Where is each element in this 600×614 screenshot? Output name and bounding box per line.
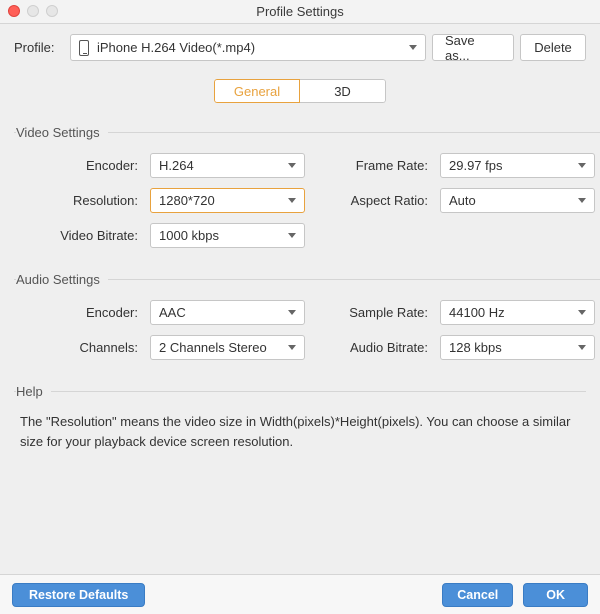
aspect-ratio-select[interactable]: Auto	[440, 188, 595, 213]
audio-bitrate-label: Audio Bitrate:	[320, 340, 430, 355]
chevron-down-icon	[409, 45, 417, 50]
audio-settings-group: Audio Settings Encoder: AAC Sample Rate:…	[14, 272, 600, 360]
footer: Restore Defaults Cancel OK	[0, 574, 600, 614]
save-as-button[interactable]: Save as...	[432, 34, 514, 61]
chevron-down-icon	[288, 233, 296, 238]
sample-rate-select[interactable]: 44100 Hz	[440, 300, 595, 325]
help-legend: Help	[16, 384, 51, 399]
video-settings-group: Video Settings Encoder: H.264 Frame Rate…	[14, 125, 600, 248]
chevron-down-icon	[578, 163, 586, 168]
chevron-down-icon	[288, 310, 296, 315]
video-encoder-select[interactable]: H.264	[150, 153, 305, 178]
video-bitrate-label: Video Bitrate:	[20, 228, 140, 243]
help-text: The "Resolution" means the video size in…	[14, 412, 586, 452]
resolution-label: Resolution:	[20, 193, 140, 208]
aspect-ratio-label: Aspect Ratio:	[320, 193, 430, 208]
delete-button[interactable]: Delete	[520, 34, 586, 61]
tab-general[interactable]: General	[214, 79, 300, 103]
profile-value: iPhone H.264 Video(*.mp4)	[97, 40, 255, 55]
chevron-down-icon	[288, 198, 296, 203]
video-bitrate-select[interactable]: 1000 kbps	[150, 223, 305, 248]
audio-encoder-select[interactable]: AAC	[150, 300, 305, 325]
maximize-icon[interactable]	[46, 5, 58, 17]
chevron-down-icon	[578, 310, 586, 315]
audio-encoder-label: Encoder:	[20, 305, 140, 320]
audio-legend: Audio Settings	[16, 272, 108, 287]
ok-button[interactable]: OK	[523, 583, 588, 607]
chevron-down-icon	[288, 345, 296, 350]
sample-rate-label: Sample Rate:	[320, 305, 430, 320]
video-encoder-label: Encoder:	[20, 158, 140, 173]
profile-label: Profile:	[14, 40, 64, 55]
profile-row: Profile: iPhone H.264 Video(*.mp4) Save …	[14, 34, 586, 61]
chevron-down-icon	[578, 345, 586, 350]
audio-bitrate-select[interactable]: 128 kbps	[440, 335, 595, 360]
close-icon[interactable]	[8, 5, 20, 17]
restore-defaults-button[interactable]: Restore Defaults	[12, 583, 145, 607]
titlebar: Profile Settings	[0, 0, 600, 24]
cancel-button[interactable]: Cancel	[442, 583, 513, 607]
tab-bar: General 3D	[14, 79, 586, 103]
profile-select[interactable]: iPhone H.264 Video(*.mp4)	[70, 34, 426, 61]
chevron-down-icon	[578, 198, 586, 203]
minimize-icon[interactable]	[27, 5, 39, 17]
content: Profile: iPhone H.264 Video(*.mp4) Save …	[0, 24, 600, 574]
frame-rate-select[interactable]: 29.97 fps	[440, 153, 595, 178]
frame-rate-label: Frame Rate:	[320, 158, 430, 173]
window-title: Profile Settings	[0, 4, 600, 19]
help-group: Help The "Resolution" means the video si…	[14, 384, 586, 452]
chevron-down-icon	[288, 163, 296, 168]
tab-3d[interactable]: 3D	[300, 79, 386, 103]
phone-icon	[79, 40, 89, 56]
window-controls	[8, 5, 58, 17]
channels-select[interactable]: 2 Channels Stereo	[150, 335, 305, 360]
channels-label: Channels:	[20, 340, 140, 355]
resolution-select[interactable]: 1280*720	[150, 188, 305, 213]
video-legend: Video Settings	[16, 125, 108, 140]
window: Profile Settings Profile: iPhone H.264 V…	[0, 0, 600, 614]
